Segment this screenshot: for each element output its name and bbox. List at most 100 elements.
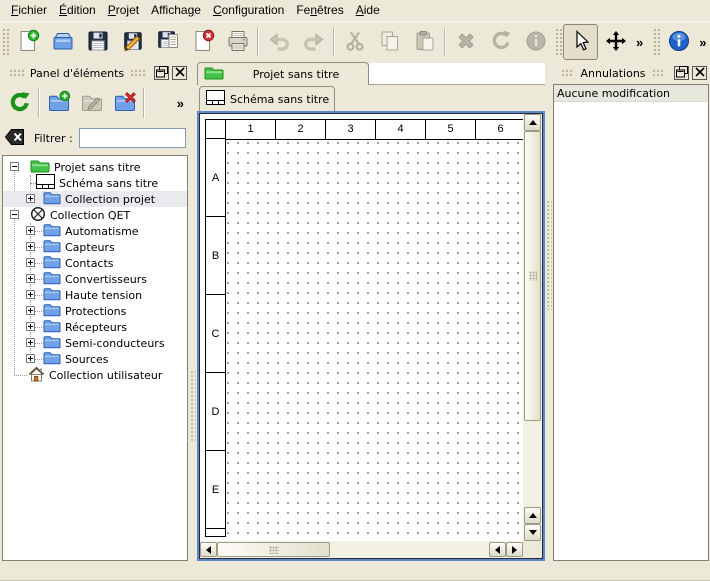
tree-item-label: Convertisseurs [65, 273, 147, 286]
tree-item-label: Récepteurs [65, 321, 127, 334]
copy-icon [378, 29, 402, 56]
toolbar-separator [333, 28, 335, 56]
tree-item-capteurs[interactable]: Capteurs [3, 239, 187, 255]
undo-list-item[interactable]: Aucune modification [554, 85, 708, 102]
folder-new-button[interactable] [42, 86, 75, 120]
tree-expander-plus[interactable] [26, 354, 35, 363]
close-file-button[interactable] [185, 24, 220, 60]
undo-button[interactable] [261, 24, 296, 60]
toolbar-main [10, 24, 553, 60]
tree-item-protections[interactable]: Protections [3, 303, 187, 319]
close-undo-panel-button[interactable] [692, 66, 707, 80]
save-all-button[interactable] [150, 24, 185, 60]
tree-item-haute-tension[interactable]: Haute tension [3, 287, 187, 303]
save-button[interactable] [80, 24, 115, 60]
refresh-button[interactable] [3, 86, 36, 120]
toolbar-overflow-button[interactable]: » [633, 35, 646, 50]
clear-filter-button[interactable] [4, 127, 26, 150]
info-blue-button[interactable] [661, 24, 696, 60]
save-as-icon [121, 29, 145, 56]
open-file-icon [51, 29, 75, 56]
menu-aide[interactable]: Aide [350, 0, 386, 21]
new-file-button[interactable] [10, 24, 45, 60]
open-file-button[interactable] [45, 24, 80, 60]
menu-fichier[interactable]: Fichier [5, 0, 53, 21]
toolbar-overflow-button-2[interactable]: » [696, 35, 709, 50]
splitter-left[interactable] [190, 370, 196, 442]
tree-item-recepteurs[interactable]: Récepteurs [3, 319, 187, 335]
rotate-button[interactable] [483, 24, 518, 60]
tree-item-contacts[interactable]: Contacts [3, 255, 187, 271]
close-panel-button[interactable] [172, 66, 187, 80]
tree-expander-plus[interactable] [26, 306, 35, 315]
tree-expander-plus[interactable] [26, 274, 35, 283]
scroll-right-button[interactable] [506, 542, 523, 557]
tree-item-collection-qet[interactable]: Collection QET [3, 207, 187, 223]
copy-button[interactable] [372, 24, 407, 60]
tree-item-collection-utilisateur[interactable]: Collection utilisateur [3, 367, 187, 383]
schema-view-frame: 123456 ABCDE [197, 111, 545, 561]
tree-expander-minus[interactable] [10, 210, 19, 219]
save-icon [86, 29, 110, 56]
grid-corner-cell [205, 119, 226, 140]
print-button[interactable] [220, 24, 255, 60]
scroll-up-button[interactable] [524, 114, 541, 131]
tree-expander-plus[interactable] [26, 338, 35, 347]
menu-fenetres[interactable]: Fenêtres [290, 0, 349, 21]
float-undo-panel-button[interactable] [674, 66, 689, 80]
elements-panel-toolbar: » [0, 82, 190, 124]
float-panel-button[interactable] [154, 66, 169, 80]
folder-delete-icon [113, 90, 137, 117]
folder-delete-button[interactable] [108, 86, 141, 120]
cursor-button[interactable] [563, 24, 598, 60]
move-button[interactable] [598, 24, 633, 60]
tree-expander-plus[interactable] [26, 242, 35, 251]
scroll-left-button-2[interactable] [489, 542, 506, 557]
toolbar-drag-handle[interactable] [1, 27, 9, 57]
menu-affichage[interactable]: Affichage [145, 0, 207, 21]
cursor-icon [569, 29, 593, 56]
tab-schema[interactable]: Schéma sans titre [199, 86, 335, 111]
paste-button[interactable] [407, 24, 442, 60]
menu-projet[interactable]: Projet [102, 0, 145, 21]
tree-expander-plus[interactable] [26, 290, 35, 299]
toolbar-drag-handle-3[interactable] [652, 27, 660, 57]
tab-schema-label: Schéma sans titre [230, 93, 329, 106]
schema-canvas[interactable]: 123456 ABCDE [200, 114, 523, 541]
horizontal-scrollbar[interactable] [200, 541, 523, 558]
redo-button[interactable] [296, 24, 331, 60]
save-as-button[interactable] [115, 24, 150, 60]
tab-project[interactable]: Projet sans titre [197, 62, 369, 85]
tree-item-convertisseurs[interactable]: Convertisseurs [3, 271, 187, 287]
tree-item-projet-sans-titre[interactable]: Projet sans titre [3, 159, 187, 175]
scroll-down-button[interactable] [524, 524, 541, 541]
scroll-left-button[interactable] [200, 542, 217, 557]
tree-item-schema-sans-titre[interactable]: Schéma sans titre [3, 175, 187, 191]
folder-icon [43, 350, 61, 368]
tree-expander-plus[interactable] [26, 322, 35, 331]
tree-item-automatisme[interactable]: Automatisme [3, 223, 187, 239]
panel-toolbar-overflow[interactable]: » [177, 96, 184, 111]
tree-item-semi-conducteurs[interactable]: Semi-conducteurs [3, 335, 187, 351]
tree-expander-minus[interactable] [10, 162, 19, 171]
scroll-up-button-2[interactable] [524, 507, 541, 524]
vertical-scrollbar[interactable] [523, 114, 542, 541]
menu-edition[interactable]: Édition [53, 0, 102, 21]
vertical-scroll-thumb[interactable] [524, 131, 541, 421]
menu-configuration[interactable]: Configuration [207, 0, 290, 21]
horizontal-scroll-thumb[interactable] [217, 542, 330, 557]
toolbar-drag-handle-2[interactable] [554, 27, 562, 57]
grid-column-6: 6 [475, 119, 523, 140]
tree-expander-plus[interactable] [26, 226, 35, 235]
folder-edit-button[interactable] [75, 86, 108, 120]
tree-expander-plus[interactable] [26, 194, 35, 203]
toolbar-tools [563, 24, 633, 60]
elements-panel-titlebar: Panel d'éléments [0, 64, 190, 82]
close-file-icon [191, 29, 215, 56]
delete-button[interactable] [448, 24, 483, 60]
filter-input[interactable] [79, 128, 186, 148]
tree-expander-plus[interactable] [26, 258, 35, 267]
cut-button[interactable] [337, 24, 372, 60]
tree-item-label: Capteurs [65, 241, 115, 254]
info-button[interactable] [518, 24, 553, 60]
